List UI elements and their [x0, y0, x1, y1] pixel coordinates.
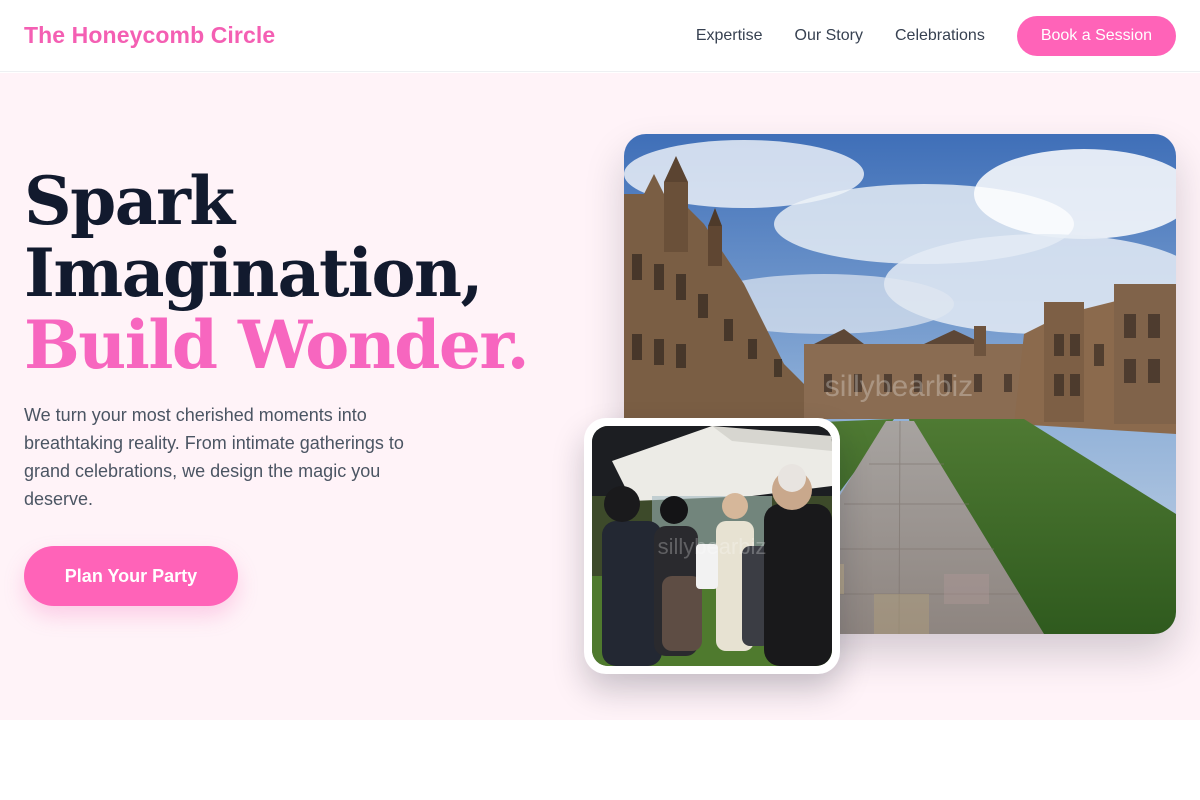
nav-links: Expertise Our Story Celebrations Book a …	[696, 15, 1176, 56]
inset-watermark: sillybearbiz	[658, 534, 767, 559]
next-section	[0, 720, 1200, 800]
book-session-button[interactable]: Book a Session	[1016, 15, 1176, 56]
hero-headline: Spark Imagination, Build Wonder.	[24, 162, 530, 384]
nav-link-our-story[interactable]: Our Story	[795, 27, 863, 45]
garden-party-crowd-photo: sillybearbiz	[592, 426, 832, 666]
nav-link-celebrations[interactable]: Celebrations	[895, 27, 985, 45]
hero-section: Spark Imagination, Build Wonder. We turn…	[0, 73, 1200, 720]
headline-line-1: Spark	[24, 162, 235, 240]
headline-line-3: Build Wonder.	[24, 306, 530, 384]
inset-photo-frame: sillybearbiz	[584, 418, 840, 674]
image-watermark: sillybearbiz	[825, 370, 973, 403]
hero-description: We turn your most cherished moments into…	[24, 405, 404, 509]
headline-line-2: Imagination,	[24, 234, 484, 312]
plan-party-button[interactable]: Plan Your Party	[24, 546, 238, 606]
brand-logo[interactable]: The Honeycomb Circle	[24, 22, 275, 49]
top-nav: The Honeycomb Circle Expertise Our Story…	[0, 0, 1200, 72]
party-crowd-illustration: sillybearbiz	[592, 426, 832, 666]
nav-link-expertise[interactable]: Expertise	[696, 27, 763, 45]
